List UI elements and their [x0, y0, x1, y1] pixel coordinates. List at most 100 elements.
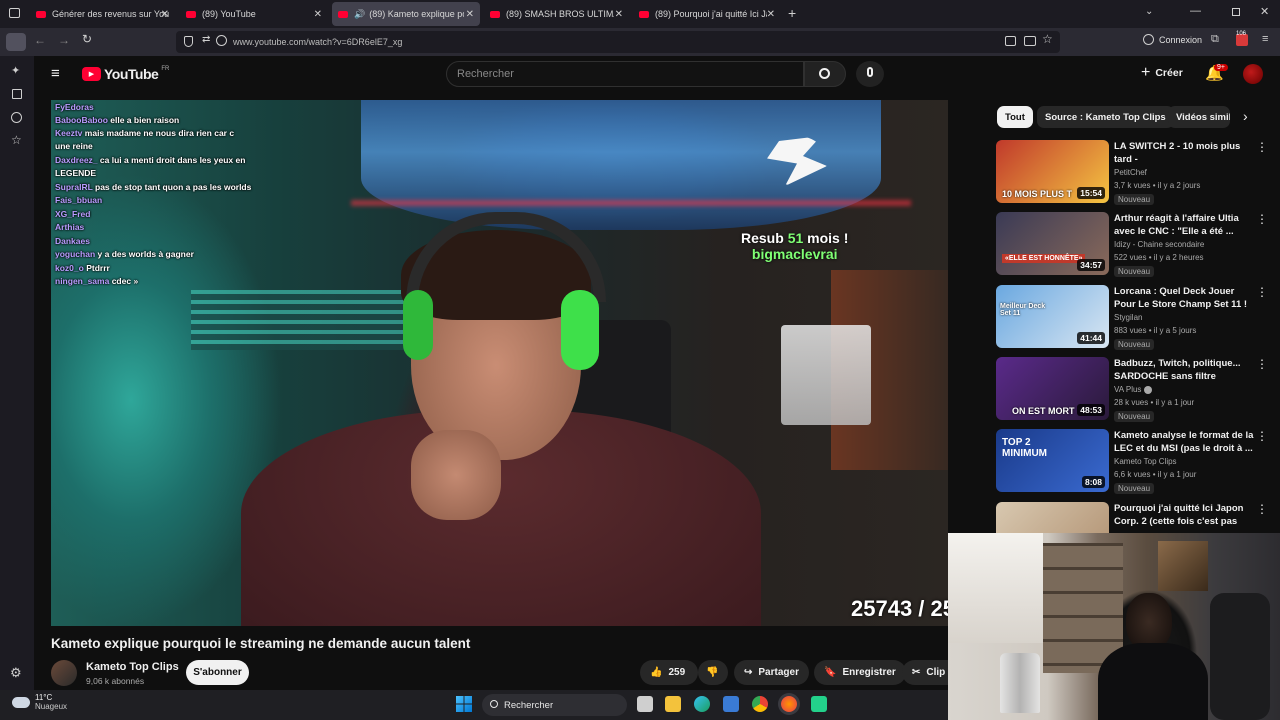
search-icon	[819, 68, 830, 79]
chat-message: Daxdreez_ ca lui a menti droit dans les …	[55, 155, 246, 165]
maximize-icon[interactable]	[1232, 8, 1240, 16]
reload-icon[interactable]: ↻	[82, 32, 92, 46]
tab-revenue[interactable]: Générer des revenus sur YouTube ✕	[30, 2, 175, 26]
settings-gear-icon[interactable]: ⚙	[10, 665, 22, 681]
store-icon[interactable]	[723, 696, 739, 712]
forward-icon[interactable]: →	[58, 33, 70, 47]
share-button[interactable]: ↪ Partager	[734, 660, 809, 685]
reading-list-icon[interactable]	[12, 89, 22, 99]
bottles	[1000, 653, 1040, 713]
chip-similar[interactable]: Vidéos simil	[1168, 106, 1230, 128]
ai-sparkle-icon[interactable]: ✦	[11, 64, 20, 77]
chip-source[interactable]: Source : Kameto Top Clips	[1037, 106, 1174, 128]
chip-all[interactable]: Tout	[997, 106, 1033, 128]
extensions-icon[interactable]: ⧉	[1211, 33, 1219, 46]
tab-overview-icon[interactable]	[9, 8, 20, 18]
search-button[interactable]	[804, 61, 846, 87]
chevron-down-icon[interactable]: ⌄	[1145, 6, 1153, 17]
history-icon[interactable]	[11, 112, 22, 123]
recommendation-item[interactable]: ON EST MORT 48:53 Badbuzz, Twitch, polit…	[996, 357, 1268, 425]
youtube-favicon-icon	[639, 10, 649, 18]
save-button[interactable]: 🔖 Enregistrer	[814, 660, 906, 685]
clip-button[interactable]: ✂ Clip	[902, 660, 948, 685]
recommendation-item[interactable]: 10 MOIS PLUS T 15:54 LA SWITCH 2 - 10 mo…	[996, 140, 1268, 208]
notifications-count: 9+	[1214, 64, 1228, 71]
chat-message: Fais_bbuan	[55, 195, 103, 205]
share-icon: ↪	[744, 667, 753, 678]
chat-message: koz0_o Ptdrrr	[55, 263, 110, 273]
voice-search-button[interactable]	[856, 61, 884, 87]
recommendation-item[interactable]: Meilleur Deck Set 11 41:44 Lorcana : Que…	[996, 285, 1268, 353]
firefox-icon[interactable]	[781, 696, 797, 712]
menu-icon[interactable]: ≡	[1262, 33, 1268, 45]
hamburger-menu-icon[interactable]: ≡	[51, 65, 60, 82]
like-button[interactable]: 👍 259	[640, 660, 698, 685]
more-options-icon[interactable]: ⋮	[1256, 140, 1268, 154]
more-options-icon[interactable]: ⋮	[1256, 502, 1268, 516]
close-tab-icon[interactable]: ✕	[314, 9, 322, 20]
recommendation-item[interactable]: Pourquoi j'ai quitté Ici Japon Corp. 2 (…	[996, 502, 1268, 533]
tab-smash-bros[interactable]: (89) SMASH BROS ULTIMATE ESPORT ✕	[484, 2, 629, 26]
video-player[interactable]: FyEdoras BabooBaboo elle a bien raison K…	[51, 100, 948, 626]
subscribe-button[interactable]: S'abonner	[186, 660, 249, 685]
browser-toolbar: ← → ↻ ⇄	[0, 28, 1280, 56]
taskbar-search[interactable]: Rechercher	[482, 694, 627, 716]
channel-avatar[interactable]	[51, 660, 77, 686]
youtube-favicon-icon	[490, 10, 500, 18]
video-thumbnail[interactable]: TOP 2 MINIMUM 8:08	[996, 429, 1109, 492]
chat-message: ningen_sama cdec »	[55, 276, 139, 286]
permissions-icon[interactable]: ⇄	[202, 34, 210, 45]
audio-playing-icon[interactable]: 🔊	[354, 9, 365, 20]
close-window-icon[interactable]: ✕	[1260, 5, 1269, 18]
app-icon[interactable]	[811, 696, 827, 712]
no-autoplay-icon[interactable]	[216, 35, 227, 46]
task-view-icon[interactable]	[637, 696, 653, 712]
headset-cup	[403, 290, 433, 360]
close-tab-icon[interactable]: ✕	[767, 9, 775, 20]
youtube-logo[interactable]: ▶ YouTube FR	[82, 66, 169, 82]
weather-widget[interactable]: 11°C Nuageux	[12, 693, 67, 711]
new-tab-icon[interactable]: +	[788, 5, 796, 21]
chevron-right-icon[interactable]: ›	[1243, 108, 1248, 124]
close-tab-icon[interactable]: ✕	[161, 9, 169, 20]
more-options-icon[interactable]: ⋮	[1256, 212, 1268, 226]
tab-youtube-home[interactable]: (89) YouTube ✕	[180, 2, 328, 26]
picture-in-picture-icon[interactable]	[1024, 36, 1036, 46]
chrome-icon[interactable]	[752, 696, 768, 712]
search-input[interactable]: Rechercher	[446, 61, 804, 87]
channel-name[interactable]: Kameto Top Clips	[86, 661, 179, 673]
video-thumbnail[interactable]: ON EST MORT 48:53	[996, 357, 1109, 420]
more-options-icon[interactable]: ⋮	[1256, 285, 1268, 299]
shield-icon[interactable]	[184, 36, 193, 47]
video-thumbnail[interactable]	[996, 502, 1109, 533]
bookmarks-icon[interactable]: ☆	[11, 133, 22, 147]
create-button[interactable]: + Créer	[1141, 65, 1183, 81]
account-button[interactable]: Connexion	[1143, 34, 1202, 45]
reader-view-icon[interactable]	[1005, 36, 1016, 46]
video-thumbnail[interactable]: «ELLE EST HONNÊTE» 34:57	[996, 212, 1109, 275]
video-thumbnail[interactable]: Meilleur Deck Set 11 41:44	[996, 285, 1109, 348]
file-explorer-icon[interactable]	[665, 696, 681, 712]
dislike-button[interactable]: 👎	[698, 660, 728, 685]
thumbs-up-icon: 👍	[650, 667, 663, 678]
recommendation-item[interactable]: «ELLE EST HONNÊTE» 34:57 Arthur réagit à…	[996, 212, 1268, 280]
neon-strip	[351, 200, 911, 206]
close-tab-icon[interactable]: ✕	[615, 9, 623, 20]
edge-browser-icon[interactable]	[694, 696, 710, 712]
minimize-icon[interactable]: —	[1190, 5, 1201, 17]
close-tab-icon[interactable]: ✕	[466, 9, 474, 20]
resub-alert: Resub 51 mois ! bigmaclevrai	[741, 230, 849, 262]
video-thumbnail[interactable]: 10 MOIS PLUS T 15:54	[996, 140, 1109, 203]
more-options-icon[interactable]: ⋮	[1256, 357, 1268, 371]
sidebar-toggle-icon[interactable]	[6, 33, 26, 51]
mini-fridge	[781, 325, 871, 425]
bookmark-star-icon[interactable]: ☆	[1042, 32, 1053, 46]
back-icon[interactable]: ←	[34, 33, 46, 47]
more-options-icon[interactable]: ⋮	[1256, 429, 1268, 443]
tab-ici-japon[interactable]: (89) Pourquoi j'ai quitté Ici Japon ✕	[633, 2, 781, 26]
chat-message: Arthias	[55, 222, 85, 232]
tab-kameto-video[interactable]: 🔊 (89) Kameto explique pourquoi ✕	[332, 2, 480, 26]
microphone-icon	[867, 67, 873, 77]
recommendation-item[interactable]: TOP 2 MINIMUM 8:08 Kameto analyse le for…	[996, 429, 1268, 497]
avatar[interactable]	[1243, 64, 1263, 84]
